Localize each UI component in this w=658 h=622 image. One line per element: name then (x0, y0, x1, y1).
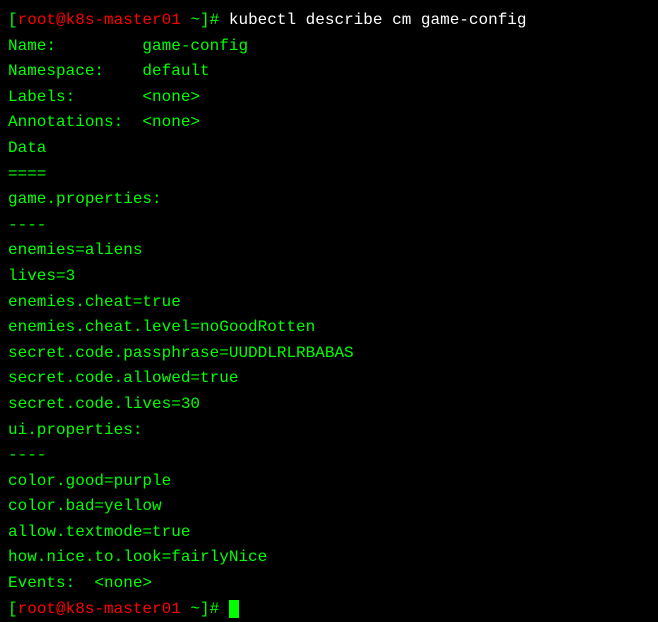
name-label: Name: (8, 37, 142, 55)
prompt-host: root@k8s-master01 (18, 11, 181, 29)
game-property-line: lives=3 (8, 264, 650, 290)
namespace-value: default (142, 62, 209, 80)
game-property-line: enemies.cheat=true (8, 290, 650, 316)
output-annotations: Annotations: <none> (8, 110, 650, 136)
command-line-2[interactable]: [root@k8s-master01 ~]# (8, 597, 650, 622)
ui-property-line: color.bad=yellow (8, 494, 650, 520)
events-value: <none> (94, 574, 152, 592)
ui-property-line: how.nice.to.look=fairlyNice (8, 545, 650, 571)
annotations-label: Annotations: (8, 113, 142, 131)
game-property-line: enemies=aliens (8, 238, 650, 264)
labels-label: Labels: (8, 88, 142, 106)
game-property-line: secret.code.allowed=true (8, 366, 650, 392)
command-line-1[interactable]: [root@k8s-master01 ~]# kubectl describe … (8, 8, 650, 34)
game-property-line: secret.code.lives=30 (8, 392, 650, 418)
command-text: kubectl describe cm game-config (229, 11, 527, 29)
prompt-close: ~]# (181, 11, 229, 29)
prompt-open-bracket: [ (8, 11, 18, 29)
game-property-line: secret.code.passphrase=UUDDLRLRBABAS (8, 341, 650, 367)
ui-property-line: color.good=purple (8, 469, 650, 495)
name-value: game-config (142, 37, 248, 55)
annotations-value: <none> (142, 113, 200, 131)
output-name: Name: game-config (8, 34, 650, 60)
data-header: Data (8, 136, 650, 162)
namespace-label: Namespace: (8, 62, 142, 80)
game-properties-divider: ---- (8, 213, 650, 239)
game-property-line: enemies.cheat.level=noGoodRotten (8, 315, 650, 341)
ui-property-line: allow.textmode=true (8, 520, 650, 546)
ui-properties-header: ui.properties: (8, 418, 650, 444)
events-label: Events: (8, 574, 94, 592)
output-labels: Labels: <none> (8, 85, 650, 111)
output-events: Events: <none> (8, 571, 650, 597)
output-namespace: Namespace: default (8, 59, 650, 85)
labels-value: <none> (142, 88, 200, 106)
data-divider: ==== (8, 162, 650, 188)
game-properties-header: game.properties: (8, 187, 650, 213)
ui-properties-divider: ---- (8, 443, 650, 469)
